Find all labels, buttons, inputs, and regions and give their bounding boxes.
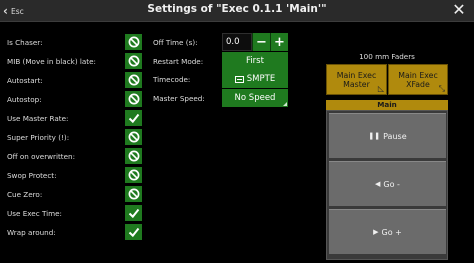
prohibited-icon[interactable]: [125, 129, 142, 145]
dropdown-arrow-icon: [283, 102, 287, 106]
timecode-button[interactable]: SMPTE: [222, 70, 288, 88]
restart-mode-button[interactable]: First: [222, 52, 288, 70]
off-time-label: Off Time (s):: [153, 37, 198, 47]
option-row: Is Chaser:: [7, 34, 142, 50]
off-time-row: Off Time (s): 0.0 − +: [153, 33, 289, 51]
pause-label: Pause: [383, 131, 407, 141]
option-label: Super Priority (!):: [7, 132, 70, 142]
option-row: Use Exec Time:: [7, 205, 142, 221]
increment-button[interactable]: +: [270, 33, 288, 51]
main-panel: ❚❚ Pause ◀ Go - ▶ Go +: [326, 110, 448, 260]
option-row: MIB (Move in black) late:: [7, 53, 142, 69]
prohibited-icon[interactable]: [125, 186, 142, 202]
option-row: Wrap around:: [7, 224, 142, 240]
off-time-input[interactable]: 0.0: [222, 33, 252, 51]
fader-icon: ◺: [377, 84, 384, 93]
restart-mode-row: Restart Mode: First: [153, 52, 289, 70]
prohibited-icon[interactable]: [125, 72, 142, 88]
option-label: Swop Protect:: [7, 170, 57, 180]
timecode-label: Timecode:: [153, 74, 191, 84]
prohibited-icon[interactable]: [125, 148, 142, 164]
option-label: Is Chaser:: [7, 37, 43, 47]
triangle-left-icon: ◀: [375, 180, 381, 188]
prohibited-icon[interactable]: [125, 34, 142, 50]
master-speed-label: Master Speed:: [153, 93, 205, 103]
go-plus-button[interactable]: ▶ Go +: [329, 209, 446, 254]
master-speed-button[interactable]: No Speed: [222, 89, 288, 107]
timecode-value: SMPTE: [246, 74, 276, 84]
option-label: Off on overwritten:: [7, 151, 76, 161]
option-row: Super Priority (!):: [7, 129, 142, 145]
decrement-button[interactable]: −: [252, 33, 270, 51]
option-row: Off on overwritten:: [7, 148, 142, 164]
title-bar: ‹ Esc Settings of "Exec 0.1.1 'Main'" ✕: [0, 0, 474, 22]
restart-mode-label: Restart Mode:: [153, 56, 204, 66]
main-exec-xfade-button[interactable]: Main Exec XFade ⤡: [388, 64, 448, 95]
close-icon[interactable]: ✕: [450, 1, 468, 19]
go-plus-label: Go +: [381, 227, 402, 237]
timecode-row: Timecode: SMPTE: [153, 70, 289, 88]
option-row: Autostop:: [7, 91, 142, 107]
option-label: MIB (Move in black) late:: [7, 56, 96, 66]
master-line1: Main Exec: [336, 71, 377, 80]
expand-arrows-icon: ⤡: [438, 84, 445, 93]
option-row: Cue Zero:: [7, 186, 142, 202]
option-label: Autostart:: [7, 75, 43, 85]
option-label: Autostop:: [7, 94, 42, 104]
go-minus-button[interactable]: ◀ Go -: [329, 161, 446, 206]
option-label: Cue Zero:: [7, 189, 43, 199]
triangle-right-icon: ▶: [373, 228, 379, 236]
prohibited-icon[interactable]: [125, 53, 142, 69]
checkmark-icon[interactable]: [125, 224, 142, 240]
restart-mode-value: First: [246, 56, 264, 66]
pause-button[interactable]: ❚❚ Pause: [329, 113, 446, 158]
master-speed-value: No Speed: [234, 93, 276, 103]
prohibited-icon[interactable]: [125, 91, 142, 107]
option-row: Use Master Rate:: [7, 110, 142, 126]
main-panel-title: Main: [326, 100, 448, 110]
prohibited-icon[interactable]: [125, 167, 142, 183]
main-exec-master-button[interactable]: Main Exec Master ◺: [326, 64, 387, 95]
option-label: Use Exec Time:: [7, 208, 62, 218]
go-minus-label: Go -: [383, 179, 400, 189]
pause-icon: ❚❚: [368, 132, 381, 140]
option-label: Wrap around:: [7, 227, 56, 237]
xfade-line1: Main Exec: [398, 71, 438, 80]
option-row: Swop Protect:: [7, 167, 142, 183]
checkmark-icon[interactable]: [125, 205, 142, 221]
option-row: Autostart:: [7, 72, 142, 88]
faders-label: 100 mm Faders: [359, 52, 415, 61]
checkmark-icon[interactable]: [125, 110, 142, 126]
option-label: Use Master Rate:: [7, 113, 69, 123]
master-speed-row: Master Speed: No Speed: [153, 89, 289, 107]
dialog-title: Settings of "Exec 0.1.1 'Main'": [147, 3, 327, 15]
timecode-icon: [234, 75, 244, 83]
